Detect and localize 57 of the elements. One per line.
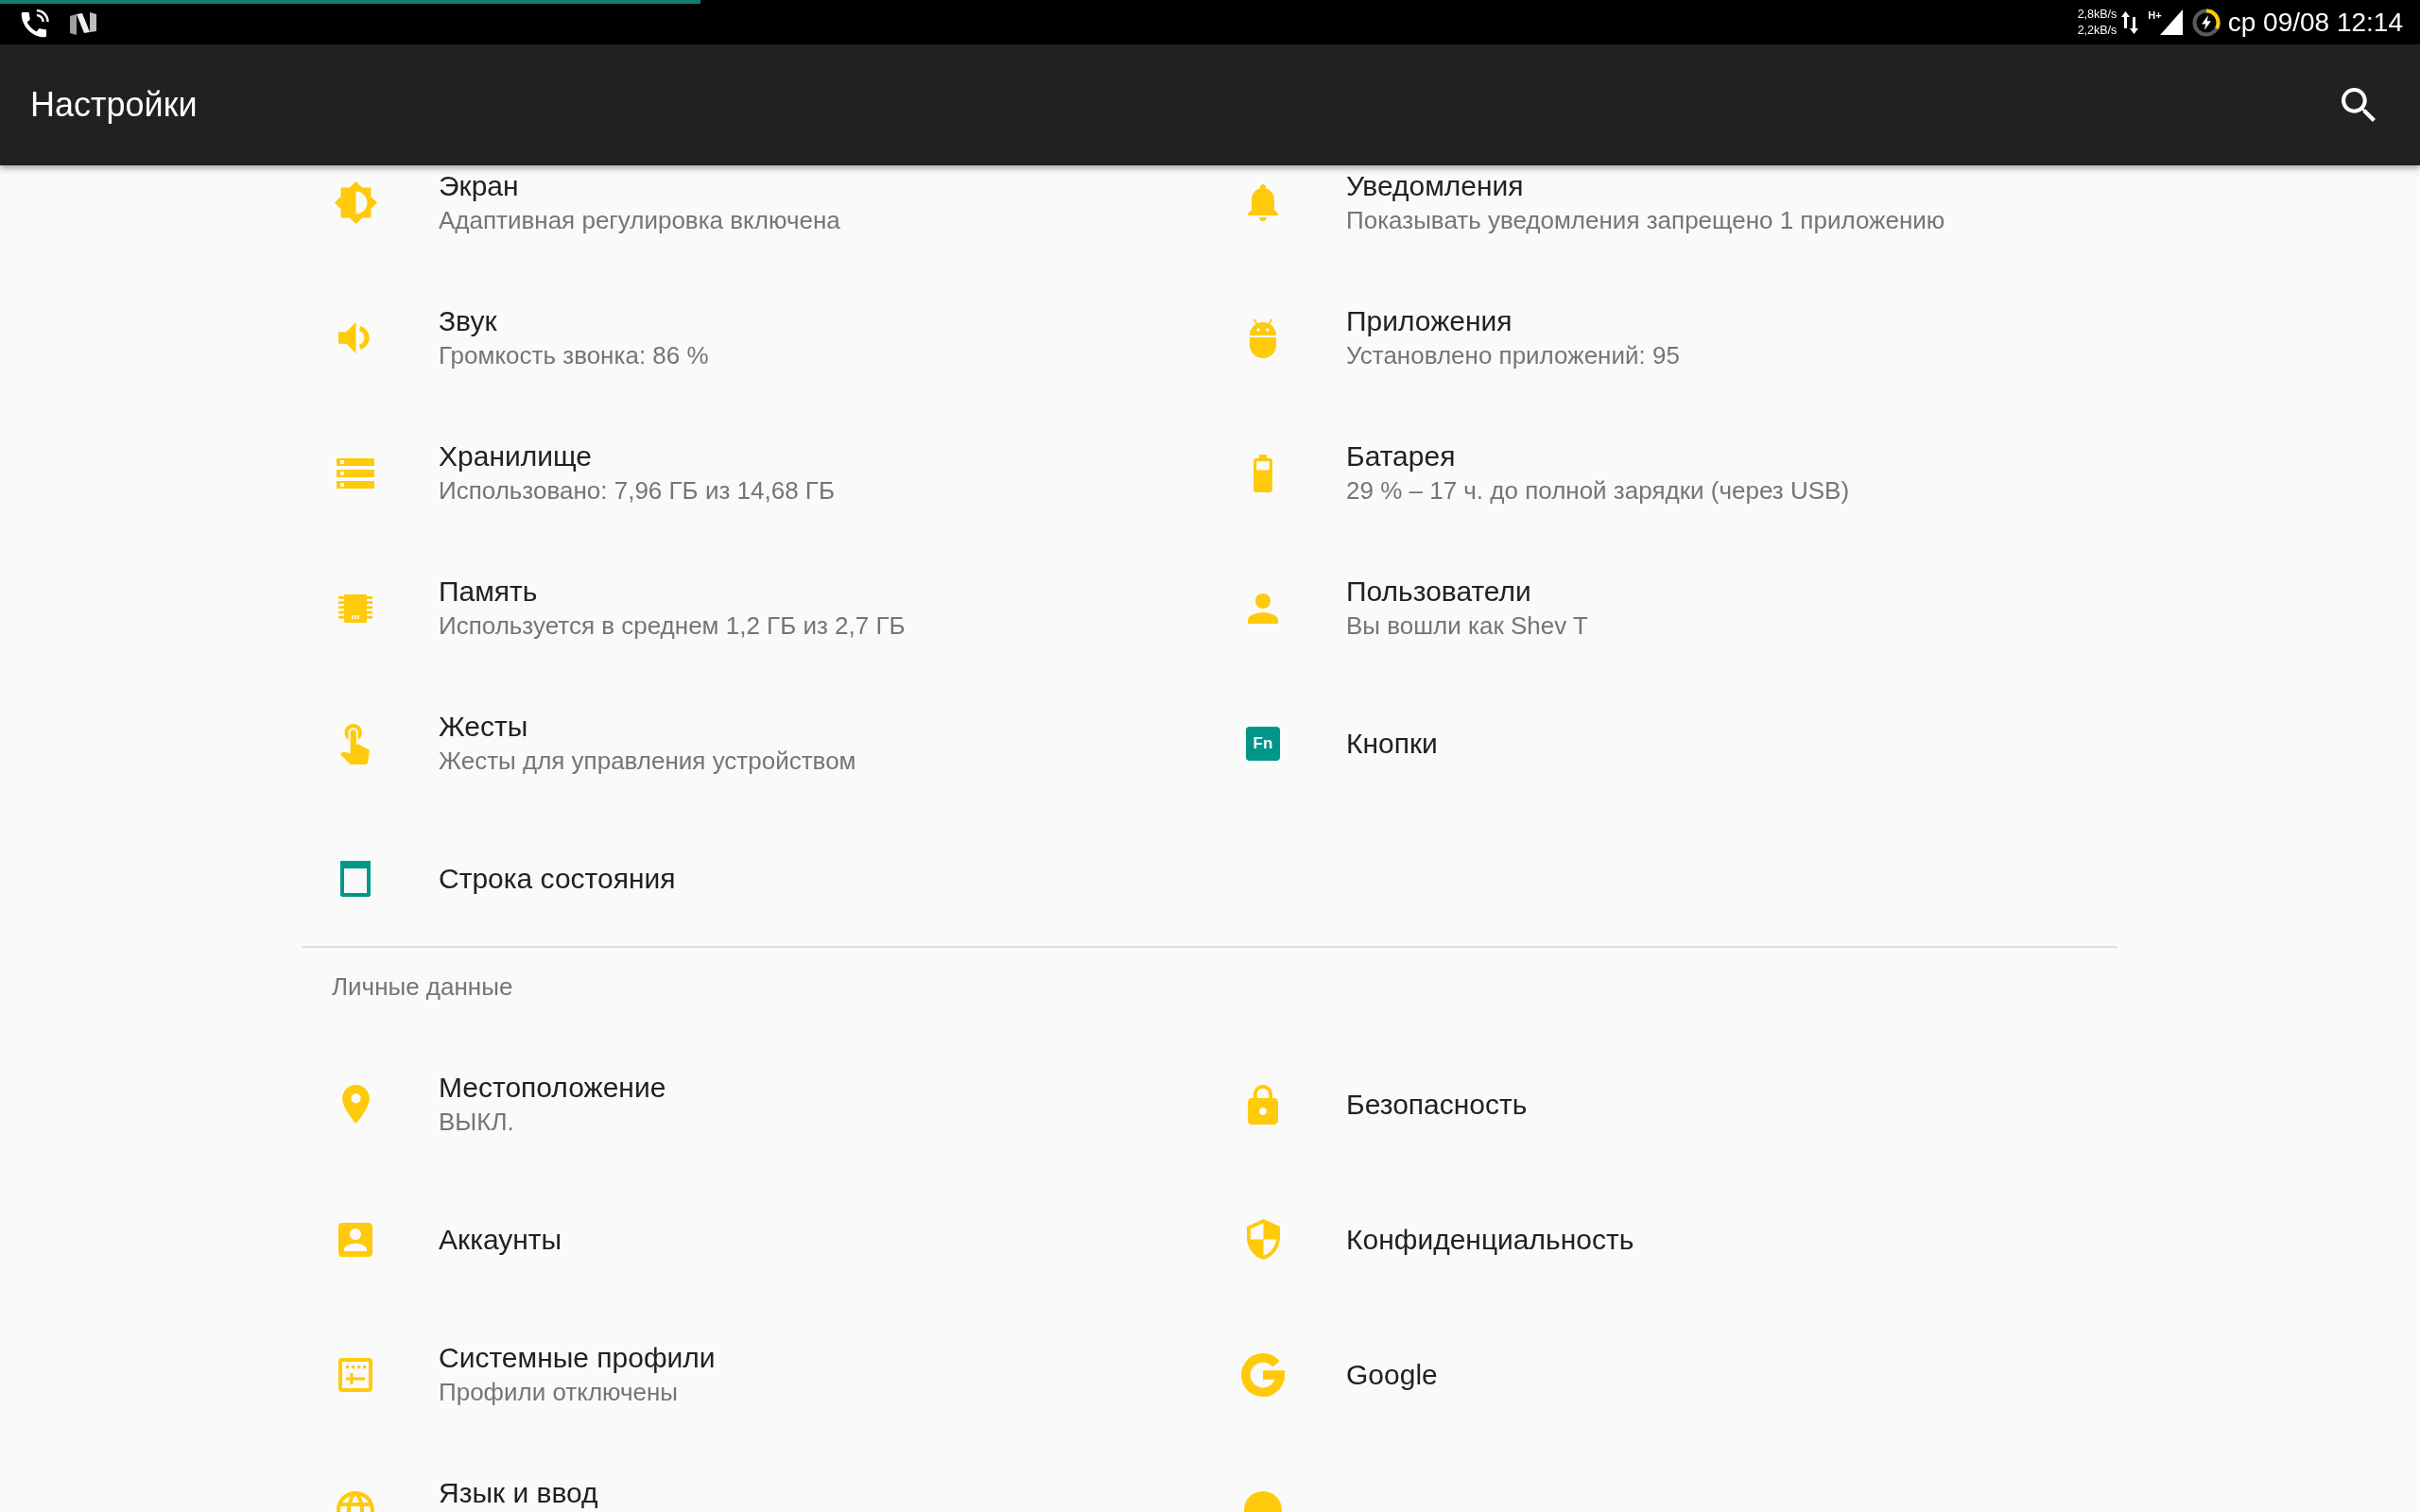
n-icon [70,12,96,35]
up-down-arrows-icon [2121,10,2139,34]
setting-summary: Жесты для управления устройством [439,745,856,777]
touch-hand-icon [341,724,370,763]
app-title: Настройки [30,84,198,126]
person-icon [1248,593,1278,624]
setting-title[interactable]: Хранилище [439,438,835,473]
g-letter-icon [1241,1352,1285,1397]
account-box-icon [338,1222,372,1257]
robot-head-icon [1250,318,1276,358]
setting-title[interactable]: Память [439,574,906,609]
setting-title[interactable]: Конфиденциальность [1346,1222,1634,1257]
setting-title[interactable]: Батарея [1346,438,1850,473]
setting-summary: Используется в среднем 1,2 ГБ из 2,7 ГБ [439,610,906,642]
location-pin-icon [341,1085,370,1124]
setting-summary: Адаптивная регулировка включена [439,204,840,236]
lock-icon [1248,1084,1278,1125]
setting-title[interactable]: Аккаунты [439,1222,562,1257]
chip-icon [338,593,372,623]
setting-title[interactable]: Кнопки [1346,726,1438,761]
search-icon [2342,88,2376,122]
clock-text: ср 09/08 12:14 [2227,7,2403,38]
setting-summary: 29 % – 17 ч. до полной зарядки (через USB) [1346,474,1850,507]
storage-icon [337,457,374,489]
setting-summary: Использовано: 7,96 ГБ из 14,68 ГБ [439,474,835,507]
network-speed-text: 2,2kB/s [2077,22,2118,39]
setting-title[interactable]: Безопасность [1346,1087,1528,1122]
window-frame-icon [340,860,371,897]
setting-title[interactable]: Жесты [439,709,856,744]
brightness-icon [334,181,377,224]
setting-title[interactable]: Пользователи [1346,574,1588,609]
phone-waves-icon [21,9,49,38]
shield-icon [1246,1219,1280,1260]
setting-title[interactable]: Строка состояния [439,861,676,896]
charging-ring-icon [2191,8,2221,37]
setting-title[interactable]: Системные профили [439,1340,716,1375]
setting-title[interactable]: Экран [439,168,840,203]
setting-summary: Громкость звонка: 86 % [439,339,709,371]
network-speed-text: 2,8kB/s [2077,6,2118,23]
setting-title[interactable]: Звук [439,303,709,338]
setting-summary: Показывать уведомления запрещено 1 приложению [1346,204,1945,236]
battery-icon [1253,454,1273,492]
setting-summary: Установлено приложений: 95 [1346,339,1680,371]
setting-summary: ВЫКЛ. [439,1106,515,1138]
section-header: Личные данные [331,971,514,1003]
setting-summary: Профили отключены [439,1376,680,1408]
setting-title[interactable]: Google [1346,1357,1438,1392]
fn-key-tile: Fn [1246,726,1280,761]
bell-icon [1248,184,1278,221]
setting-title[interactable]: Местоположение [439,1070,666,1105]
setting-title[interactable]: Уведомления [1346,168,1945,203]
speaker-icon [338,322,372,353]
network-type-text: H+ [2148,9,2162,21]
setting-summary: Вы вошли как Shev T [1346,610,1588,642]
profile-board-icon [338,1357,372,1392]
setting-title[interactable]: Язык и ввод [439,1475,598,1510]
setting-title[interactable]: Приложения [1346,303,1680,338]
